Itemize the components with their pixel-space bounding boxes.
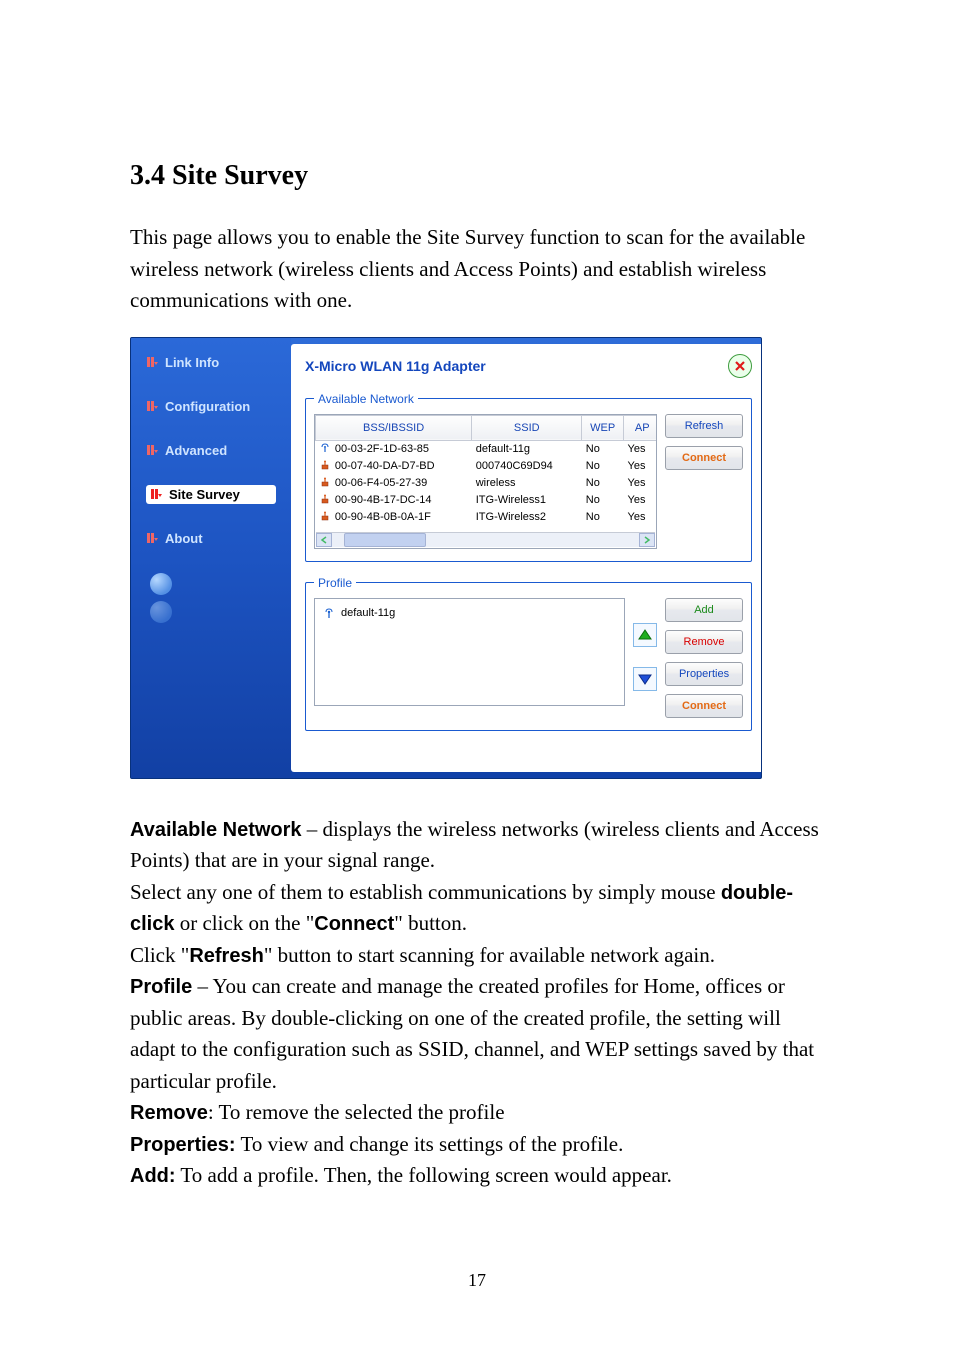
profile-legend: Profile [314,576,356,590]
bold-connect: Connect [314,913,394,935]
connect-button[interactable]: Connect [665,446,743,470]
panel-title: X-Micro WLAN 11g Adapter [305,358,486,374]
close-icon [733,359,747,373]
sidebar: Link Info Configuration Advanced Site Su… [131,338,291,778]
cell-ssid: default-11g [472,440,582,458]
table-header-row: BSS/IBSSID SSID WEP AP Ch [316,415,658,440]
intro-paragraph: This page allows you to enable the Site … [130,222,824,317]
sidebar-item-label: Configuration [165,399,250,414]
cell-ap: Yes [624,440,657,458]
available-network-legend: Available Network [314,392,418,406]
close-button[interactable] [728,354,752,378]
cell-ap: Yes [624,458,657,475]
cell-ssid: ITG-Wireless2 [472,509,582,526]
section-title: 3.4 Site Survey [130,160,824,192]
cell-bssid: 00-90-4B-17-DC-14 [331,492,472,509]
cell-ap: Yes [624,509,657,526]
node-icon [316,509,331,526]
refresh-button[interactable]: Refresh [665,414,743,438]
scroll-thumb[interactable] [344,533,426,547]
antenna-icon [316,440,331,458]
cell-ap: Yes [624,492,657,509]
cell-ssid: wireless [472,475,582,492]
arrow-icon [146,400,158,412]
arrow-down-icon [637,671,653,687]
horizontal-scrollbar[interactable] [316,532,655,547]
sidebar-item-label: Advanced [165,443,227,458]
move-down-button[interactable] [633,667,657,691]
app-window: Link Info Configuration Advanced Site Su… [130,337,762,779]
sidebar-item-advanced[interactable]: Advanced [146,441,276,460]
cell-ap: Yes [624,475,657,492]
sidebar-item-label: About [165,531,203,546]
cell-wep: No [582,440,624,458]
profile-group: Profile default-11g [305,576,752,731]
col-wep[interactable]: WEP [582,415,624,440]
scroll-right-icon[interactable] [639,533,655,547]
node-icon [316,475,331,492]
sidebar-item-link-info[interactable]: Link Info [146,353,276,372]
cell-wep: No [582,475,624,492]
description-text: Available Network – displays the wireles… [130,814,824,1192]
sidebar-item-site-survey[interactable]: Site Survey [146,485,276,504]
bold-add: Add: [130,1165,176,1187]
table-row[interactable]: 00-03-2F-1D-63-85default-11gNoYes [316,440,658,458]
sidebar-decoration [150,573,276,623]
cell-wep: No [582,458,624,475]
profile-connect-button[interactable]: Connect [665,694,743,718]
arrow-up-icon [637,627,653,643]
arrow-icon [146,532,158,544]
add-button[interactable]: Add [665,598,743,622]
cell-wep: No [582,492,624,509]
page-number: 17 [0,1270,954,1291]
available-network-list[interactable]: BSS/IBSSID SSID WEP AP Ch 00-03-2F-1D-63… [314,414,657,549]
arrow-icon [146,356,158,368]
sidebar-item-about[interactable]: About [146,529,276,548]
table-row[interactable]: 00-90-4B-17-DC-14ITG-Wireless1NoYes [316,492,658,509]
bold-refresh: Refresh [189,945,263,967]
profile-item-label: default-11g [341,607,395,619]
sidebar-item-label: Link Info [165,355,219,370]
cell-wep: No [582,509,624,526]
col-ap[interactable]: AP [624,415,657,440]
table-row[interactable]: 00-07-40-DA-D7-BD000740C69D94NoYes [316,458,658,475]
bold-remove: Remove [130,1102,208,1124]
properties-button[interactable]: Properties [665,662,743,686]
antenna-icon [323,607,335,622]
cell-bssid: 00-06-F4-05-27-39 [331,475,472,492]
col-bssid[interactable]: BSS/IBSSID [316,415,472,440]
panel: X-Micro WLAN 11g Adapter Available Netwo… [291,344,762,772]
move-up-button[interactable] [633,623,657,647]
bold-properties: Properties: [130,1134,236,1156]
arrow-icon [146,444,158,456]
bold-profile: Profile [130,976,192,998]
sidebar-item-configuration[interactable]: Configuration [146,397,276,416]
arrow-icon [150,488,162,500]
bold-available-network: Available Network [130,819,302,841]
cell-bssid: 00-07-40-DA-D7-BD [331,458,472,475]
sidebar-item-label: Site Survey [169,487,240,502]
cell-ssid: ITG-Wireless1 [472,492,582,509]
cell-ssid: 000740C69D94 [472,458,582,475]
cell-bssid: 00-90-4B-0B-0A-1F [331,509,472,526]
scroll-left-icon[interactable] [316,533,332,547]
col-ssid[interactable]: SSID [472,415,582,440]
cell-bssid: 00-03-2F-1D-63-85 [331,440,472,458]
table-row[interactable]: 00-90-4B-0B-0A-1FITG-Wireless2NoYes [316,509,658,526]
available-network-group: Available Network BSS/IBSSID SSID [305,392,752,562]
node-icon [316,492,331,509]
table-row[interactable]: 00-06-F4-05-27-39wirelessNoYes [316,475,658,492]
remove-button[interactable]: Remove [665,630,743,654]
profile-list[interactable]: default-11g [314,598,625,706]
node-icon [316,458,331,475]
